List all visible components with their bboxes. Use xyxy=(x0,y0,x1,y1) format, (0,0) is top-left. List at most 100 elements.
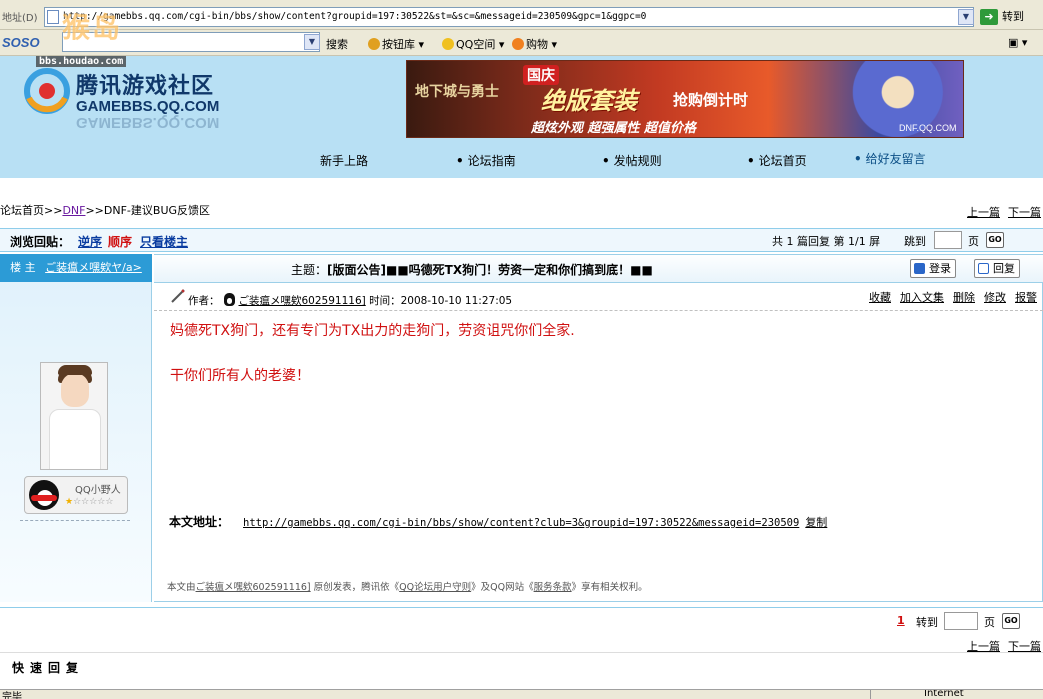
author-header: 楼 主 ご装瘟メ嘿欸ヤ/a> xyxy=(0,254,152,282)
toolbar-dropdown-icon[interactable]: ▼ xyxy=(304,34,320,50)
site-header: 腾讯游戏社区 GAMEBBS.QQ.COM GAMEBBS.QQ.COM 地下城… xyxy=(0,56,1043,178)
report-link[interactable]: 报警 xyxy=(1015,291,1037,304)
watermark-text: 猴岛 xyxy=(62,11,123,44)
next-post-link[interactable]: 下一篇 xyxy=(1008,206,1041,219)
edit-link[interactable]: 修改 xyxy=(984,291,1006,304)
banner-site: DNF.QQ.COM xyxy=(899,123,957,133)
tencent-logo-icon xyxy=(24,68,70,114)
post-title-bar: 主题：[版面公告]■■吗德死TX狗门！劳资一定和你们搞到底！■■ 登录 回复 xyxy=(154,255,1043,283)
star-filled-icon: ★ xyxy=(65,497,74,507)
breadcrumb-section[interactable]: DNF-建议BUG反馈区 xyxy=(104,204,210,217)
toolbar-item-qzone[interactable]: QQ空间 ▾ xyxy=(442,36,504,52)
site-logo-cn: 腾讯游戏社区 xyxy=(76,74,215,99)
watermark-url: bbs.houdao.com xyxy=(36,56,127,67)
gear-icon xyxy=(368,38,380,50)
star-icon xyxy=(442,38,454,50)
add-collection-link[interactable]: 加入文集 xyxy=(900,291,944,304)
copy-link[interactable]: 复制 xyxy=(805,516,827,529)
post-meta-row: 作者： ご装瘟メ嘿欸602591116] 时间：2008-10-10 11:27:… xyxy=(154,285,1043,311)
reply-sort-bar: 浏览回贴： 逆序 顺序 只看楼主 共 1 篇回复 第 1/1 屏 跳到 页 GO xyxy=(0,228,1043,252)
avatar xyxy=(40,362,108,470)
breadcrumb: 论坛首页>>DNF>>DNF-建议BUG反馈区 xyxy=(0,204,211,217)
reply-summary: 共 1 篇回复 第 1/1 屏 xyxy=(772,235,881,248)
goto-go-button[interactable]: GO xyxy=(1002,613,1020,629)
nav-friend-message[interactable]: • 给好友留言 xyxy=(854,150,926,167)
jump-go-button[interactable]: GO xyxy=(986,232,1004,248)
post-author-link[interactable]: ご装瘟メ嘿欸602591116] xyxy=(239,295,366,307)
breadcrumb-board[interactable]: DNF xyxy=(62,204,85,217)
url-input[interactable]: http://gamebbs.qq.com/cgi-bin/bbs/show/c… xyxy=(44,7,974,27)
go-arrow-icon: ➜ xyxy=(980,9,998,25)
post-time: 2008-10-10 11:27:05 xyxy=(400,295,513,307)
post-body-line-2: 干你们所有人的老婆！ xyxy=(170,368,310,384)
bottom-pager: 1 转到 页 GO xyxy=(0,607,1043,635)
level-stars: ★☆☆☆☆☆ xyxy=(65,497,114,507)
banner-tagline: 超炫外观 超强属性 超值价格 xyxy=(531,121,697,136)
search-toolbar: SOSO ▼ 搜索 按钮库 ▾ QQ空间 ▾ 购物 ▾ ▣ ▾ xyxy=(0,30,1043,56)
sort-reverse-link[interactable]: 逆序 xyxy=(78,233,102,250)
post-title: 主题：[版面公告]■■吗德死TX狗门！劳资一定和你们搞到底！■■ xyxy=(291,263,653,277)
quick-reply-section: 快速回复 xyxy=(0,652,1043,682)
reply-button[interactable]: 回复 xyxy=(974,259,1020,278)
goto-label: 转到 xyxy=(916,616,938,629)
site-logo-reflection: GAMEBBS.QQ.COM xyxy=(76,114,220,131)
nav-guide[interactable]: • 论坛指南 xyxy=(456,152,516,169)
page-label: 页 xyxy=(968,235,979,248)
post-meta: 作者： ご装瘟メ嘿欸602591116] 时间：2008-10-10 11:27:… xyxy=(188,293,513,307)
forum-rules-link[interactable]: QQ论坛用户守则 xyxy=(399,582,471,593)
go-label: 转到 xyxy=(1002,10,1024,23)
url-dropdown-icon[interactable]: ▼ xyxy=(958,9,974,25)
top-prev-next: 上一篇 下一篇 xyxy=(959,204,1041,220)
terms-link[interactable]: 服务条款 xyxy=(534,582,572,593)
nav-forum-home[interactable]: • 论坛首页 xyxy=(747,152,807,169)
address-label: 本文地址： xyxy=(169,515,230,529)
pen-icon xyxy=(171,289,185,303)
quick-reply-title: 快速回复 xyxy=(12,661,85,675)
post-body-line-1: 妈德死TX狗门，还有专门为TX出力的走狗门，劳资诅咒你们全家. xyxy=(170,323,575,339)
toolbar-options-icon[interactable]: ▣ ▾ xyxy=(1008,36,1027,49)
author-name-link[interactable]: ご装瘟メ嘿欸ヤ/a> xyxy=(45,261,142,274)
toolbar-item-shopping[interactable]: 购物 ▾ xyxy=(512,36,557,52)
houdao-watermark: 猴岛 bbs.houdao.com xyxy=(10,6,140,67)
banner-headline-2: 抢购倒计时 xyxy=(673,91,749,109)
jump-page-input[interactable] xyxy=(934,231,962,249)
qq-level-card[interactable]: QQ小野人 ★☆☆☆☆☆ xyxy=(24,476,128,514)
goto-page-input[interactable] xyxy=(944,612,978,630)
nav-newbie[interactable]: 新手上路 xyxy=(320,152,368,169)
current-page-link[interactable]: 1 xyxy=(897,614,905,627)
go-button[interactable]: ➜ 转到 xyxy=(980,8,1038,26)
post-panel: 主题：[版面公告]■■吗德死TX狗门！劳资一定和你们搞到底！■■ 登录 回复 作… xyxy=(154,254,1043,602)
sort-forward-link[interactable]: 顺序 xyxy=(108,233,132,250)
toolbar-item-buttons[interactable]: 按钮库 ▾ xyxy=(368,36,424,52)
bottom-page-label: 页 xyxy=(984,616,995,629)
banner-game-logo: 地下城与勇士 xyxy=(415,84,499,100)
login-button[interactable]: 登录 xyxy=(910,259,956,278)
delete-link[interactable]: 删除 xyxy=(953,291,975,304)
promo-banner[interactable]: 地下城与勇士 国庆 绝版套装 抢购倒计时 超炫外观 超强属性 超值价格 DNF.… xyxy=(406,60,964,138)
qq-penguin-small-icon xyxy=(223,293,235,306)
banner-headline: 绝版套装 xyxy=(541,87,637,115)
host-only-link[interactable]: 只看楼主 xyxy=(140,233,188,250)
post-actions: 收藏 加入文集 删除 修改 报警 xyxy=(860,289,1037,305)
browser-status-bar: 完毕 Internet xyxy=(0,689,1043,699)
reply-icon xyxy=(978,263,989,274)
notice-author-link[interactable]: ご装瘟メ嘿欸602591116] xyxy=(196,582,311,593)
author-panel: 楼 主 ご装瘟メ嘿欸ヤ/a> QQ小野人 ★☆☆☆☆☆ xyxy=(0,254,152,602)
power-icon xyxy=(914,263,925,274)
shopping-icon xyxy=(512,38,524,50)
divider xyxy=(20,520,130,521)
security-zone: Internet xyxy=(924,689,964,699)
site-logo-en: GAMEBBS.QQ.COM xyxy=(76,98,220,115)
floor-label: 楼 主 xyxy=(10,261,36,274)
qq-label: QQ小野人 xyxy=(75,485,121,496)
prev-post-link[interactable]: 上一篇 xyxy=(967,206,1000,219)
status-text: 完毕 xyxy=(2,692,22,699)
breadcrumb-home[interactable]: 论坛首页 xyxy=(0,204,44,217)
nav-rules[interactable]: • 发帖规则 xyxy=(602,152,662,169)
post-address-url[interactable]: http://gamebbs.qq.com/cgi-bin/bbs/show/c… xyxy=(243,517,799,529)
favorite-link[interactable]: 收藏 xyxy=(869,291,891,304)
sort-label: 浏览回贴： xyxy=(10,235,71,249)
jump-label: 跳到 xyxy=(904,235,926,248)
toolbar-search-button[interactable]: 搜索 xyxy=(326,36,348,52)
address-bar: 地址(D) http://gamebbs.qq.com/cgi-bin/bbs/… xyxy=(0,0,1043,30)
